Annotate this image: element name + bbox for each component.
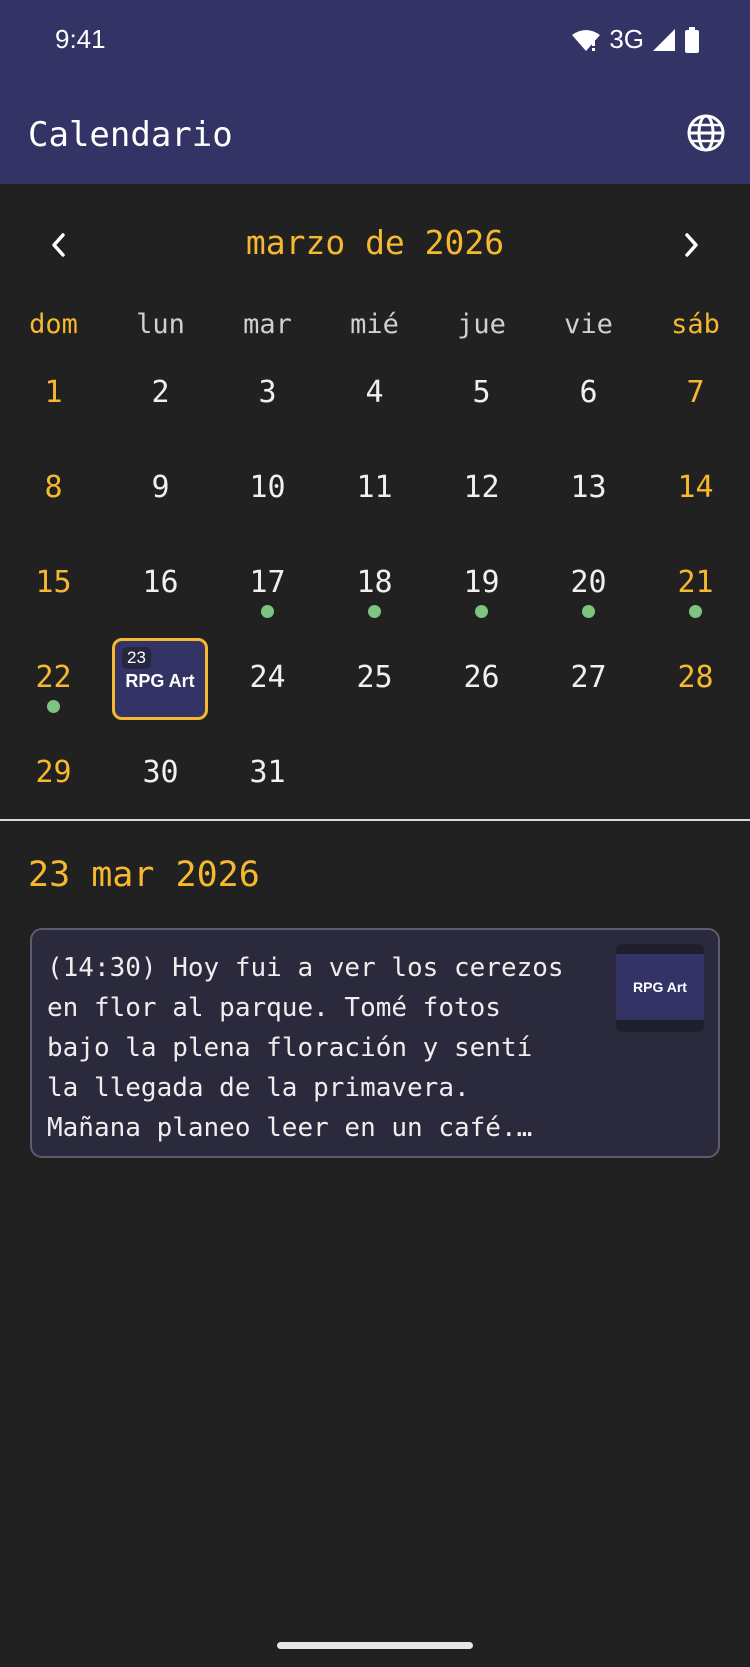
day-number: 3 bbox=[258, 374, 277, 410]
network-type: 3G bbox=[609, 24, 644, 54]
day-number: 27 bbox=[570, 659, 607, 695]
day-number: 5 bbox=[472, 374, 491, 410]
calendar-day[interactable]: 3 bbox=[214, 345, 321, 440]
entry-indicator-dot bbox=[47, 700, 60, 713]
calendar-day[interactable]: 17 bbox=[214, 535, 321, 630]
calendar-day[interactable]: 18 bbox=[321, 535, 428, 630]
calendar-day[interactable]: 10 bbox=[214, 440, 321, 535]
day-number: 13 bbox=[570, 469, 607, 505]
day-number: 14 bbox=[677, 469, 714, 505]
day-number: 21 bbox=[677, 564, 714, 600]
weekday-label: jue bbox=[457, 309, 506, 340]
day-number: 19 bbox=[463, 564, 500, 600]
day-number: 20 bbox=[570, 564, 607, 600]
thumbnail-caption: RPG Art bbox=[616, 954, 704, 1020]
calendar-day[interactable]: 30 bbox=[107, 725, 214, 820]
app-bar: 9:41 3G Calendario bbox=[0, 0, 750, 184]
day-number: 1 bbox=[44, 374, 63, 410]
calendar-day[interactable]: 4 bbox=[321, 345, 428, 440]
day-number: 30 bbox=[142, 754, 179, 790]
day-number: 22 bbox=[35, 659, 72, 695]
entry-indicator-dot bbox=[475, 605, 488, 618]
calendar-day[interactable]: 8 bbox=[0, 440, 107, 535]
day-number: 31 bbox=[249, 754, 286, 790]
chevron-right-icon bbox=[685, 233, 698, 257]
calendar-day[interactable]: 24 bbox=[214, 630, 321, 725]
weekday-label: mar bbox=[243, 309, 292, 340]
battery-icon bbox=[685, 26, 699, 53]
calendar-day[interactable]: 27 bbox=[535, 630, 642, 725]
day-number: 15 bbox=[35, 564, 72, 600]
calendar-day[interactable]: 22 bbox=[0, 630, 107, 725]
calendar-day[interactable]: 13 bbox=[535, 440, 642, 535]
selected-date-heading: 23 mar 2026 bbox=[28, 855, 260, 895]
selected-day-box: 23 RPG Art bbox=[112, 638, 208, 720]
calendar-day[interactable]: 29 bbox=[0, 725, 107, 820]
app-title: Calendario bbox=[28, 115, 233, 155]
signal-icon bbox=[653, 28, 675, 51]
entry-indicator-dot bbox=[582, 605, 595, 618]
day-number: 24 bbox=[249, 659, 286, 695]
calendar-day[interactable]: 26 bbox=[428, 630, 535, 725]
day-number: 26 bbox=[463, 659, 500, 695]
section-divider bbox=[0, 819, 750, 821]
day-number: 9 bbox=[151, 469, 170, 505]
calendar-day[interactable]: 7 bbox=[642, 345, 749, 440]
calendar-day[interactable]: 28 bbox=[642, 630, 749, 725]
calendar-day[interactable]: 5 bbox=[428, 345, 535, 440]
entry-indicator-dot bbox=[689, 605, 702, 618]
selected-day-caption: RPG Art bbox=[125, 671, 195, 691]
weekday-label: dom bbox=[29, 309, 78, 340]
weekday-label: lun bbox=[136, 309, 185, 340]
day-number: 18 bbox=[356, 564, 393, 600]
calendar-day[interactable]: 14 bbox=[642, 440, 749, 535]
entry-indicator-dot bbox=[368, 605, 381, 618]
calendar-day[interactable]: 1 bbox=[0, 345, 107, 440]
day-number: 29 bbox=[35, 754, 72, 790]
next-month-button[interactable] bbox=[668, 221, 716, 269]
day-number: 12 bbox=[463, 469, 500, 505]
month-navigation: marzo de 2026 bbox=[0, 215, 750, 275]
calendar-day[interactable]: 9 bbox=[107, 440, 214, 535]
day-number: 2 bbox=[151, 374, 170, 410]
day-number: 17 bbox=[249, 564, 286, 600]
day-number: 6 bbox=[579, 374, 598, 410]
weekday-label: mié bbox=[350, 309, 399, 340]
calendar-day[interactable]: 31 bbox=[214, 725, 321, 820]
month-title: marzo de 2026 bbox=[245, 223, 505, 262]
calendar-day[interactable]: 12 bbox=[428, 440, 535, 535]
calendar-day[interactable]: 16 bbox=[107, 535, 214, 630]
day-number: 7 bbox=[686, 374, 705, 410]
home-indicator[interactable] bbox=[277, 1642, 473, 1649]
calendar-day[interactable]: 25 bbox=[321, 630, 428, 725]
calendar-grid: 1 2 3 4 5 6 7 8 9 10 11 12 13 14 15 16 17 18 19 20 21 22 23 RPG… bbox=[0, 345, 750, 820]
globe-icon[interactable] bbox=[686, 113, 726, 153]
calendar-day[interactable]: 23 RPG Art bbox=[107, 630, 214, 725]
weekday-header: dom lun mar mié jue vie sáb bbox=[0, 305, 750, 345]
entry-thumbnail: RPG Art bbox=[616, 944, 704, 1032]
calendar-day[interactable]: 20 bbox=[535, 535, 642, 630]
day-number: 8 bbox=[44, 469, 63, 505]
status-time: 9:41 bbox=[55, 24, 106, 54]
day-number: 25 bbox=[356, 659, 393, 695]
calendar-day[interactable]: 15 bbox=[0, 535, 107, 630]
day-number: 11 bbox=[356, 469, 393, 505]
calendar-day[interactable]: 19 bbox=[428, 535, 535, 630]
day-number: 28 bbox=[677, 659, 714, 695]
weekday-label: sáb bbox=[671, 309, 720, 340]
wifi-icon bbox=[572, 29, 601, 51]
selected-day-number: 23 bbox=[122, 647, 151, 669]
diary-entry-card[interactable]: (14:30) Hoy fui a ver los cerezos en flo… bbox=[30, 928, 720, 1158]
calendar-day[interactable]: 6 bbox=[535, 345, 642, 440]
day-number: 16 bbox=[142, 564, 179, 600]
calendar-day[interactable]: 21 bbox=[642, 535, 749, 630]
calendar-day[interactable]: 2 bbox=[107, 345, 214, 440]
calendar-day[interactable]: 11 bbox=[321, 440, 428, 535]
status-icons: 3G bbox=[571, 24, 700, 55]
entry-text: (14:30) Hoy fui a ver los cerezos en flo… bbox=[47, 953, 564, 1143]
weekday-label: vie bbox=[564, 309, 613, 340]
day-number: 10 bbox=[249, 469, 286, 505]
entry-indicator-dot bbox=[261, 605, 274, 618]
day-number: 4 bbox=[365, 374, 384, 410]
